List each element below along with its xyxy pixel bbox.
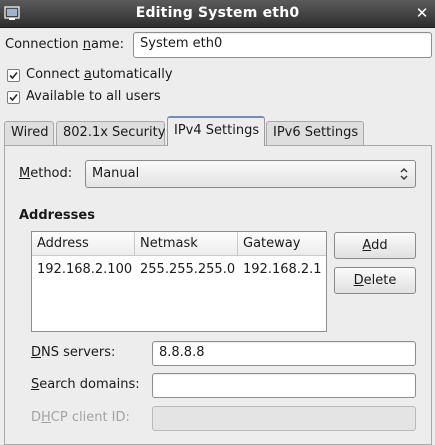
chevron-updown-icon (400, 168, 408, 180)
checkmark-icon (9, 93, 18, 102)
connection-name-label: Connection name: (5, 37, 124, 52)
search-domains-label: Search domains: (31, 377, 140, 392)
connect-automatically-checkbox[interactable] (7, 69, 20, 82)
tab-802-1x-security[interactable]: 802.1x Security (56, 121, 165, 145)
address-cell: 192.168.2.100 (37, 262, 133, 277)
addresses-heading: Addresses (19, 208, 95, 223)
dns-servers-label: DNS servers: (31, 345, 116, 360)
connect-automatically-label[interactable]: Connect automatically (26, 67, 173, 82)
close-icon[interactable]: ✕ (413, 4, 431, 22)
column-header-gateway[interactable]: Gateway (238, 232, 326, 256)
connection-name-input[interactable]: System eth0 (133, 32, 432, 58)
netmask-cell: 255.255.255.0 (140, 262, 236, 277)
available-to-all-users-checkbox[interactable] (7, 91, 20, 104)
delete-button[interactable]: Delete (334, 267, 416, 294)
window-title: Editing System eth0 (135, 5, 300, 21)
dns-servers-input[interactable]: 8.8.8.8 (152, 341, 416, 366)
method-value: Manual (92, 166, 140, 181)
available-to-all-users-label[interactable]: Available to all users (26, 89, 161, 104)
addresses-table[interactable]: Address Netmask Gateway 192.168.2.100 25… (31, 231, 327, 332)
search-domains-input[interactable] (152, 373, 416, 398)
tab-ipv4-settings[interactable]: IPv4 Settings (167, 116, 265, 146)
column-header-netmask[interactable]: Netmask (135, 232, 238, 256)
add-button[interactable]: Add (334, 232, 416, 259)
gateway-cell: 192.168.2.1 (243, 262, 322, 277)
checkmark-icon (9, 71, 18, 80)
tab-ipv6-settings[interactable]: IPv6 Settings (266, 121, 364, 145)
title-bar: Editing System eth0 ✕ (0, 0, 435, 28)
dhcp-client-id-label: DHCP client ID: (31, 410, 130, 425)
column-header-address[interactable]: Address (32, 232, 135, 256)
tab-wired[interactable]: Wired (4, 121, 54, 145)
method-select[interactable]: Manual (85, 160, 416, 188)
method-label: Method: (19, 166, 73, 181)
dhcp-client-id-input (152, 406, 416, 431)
